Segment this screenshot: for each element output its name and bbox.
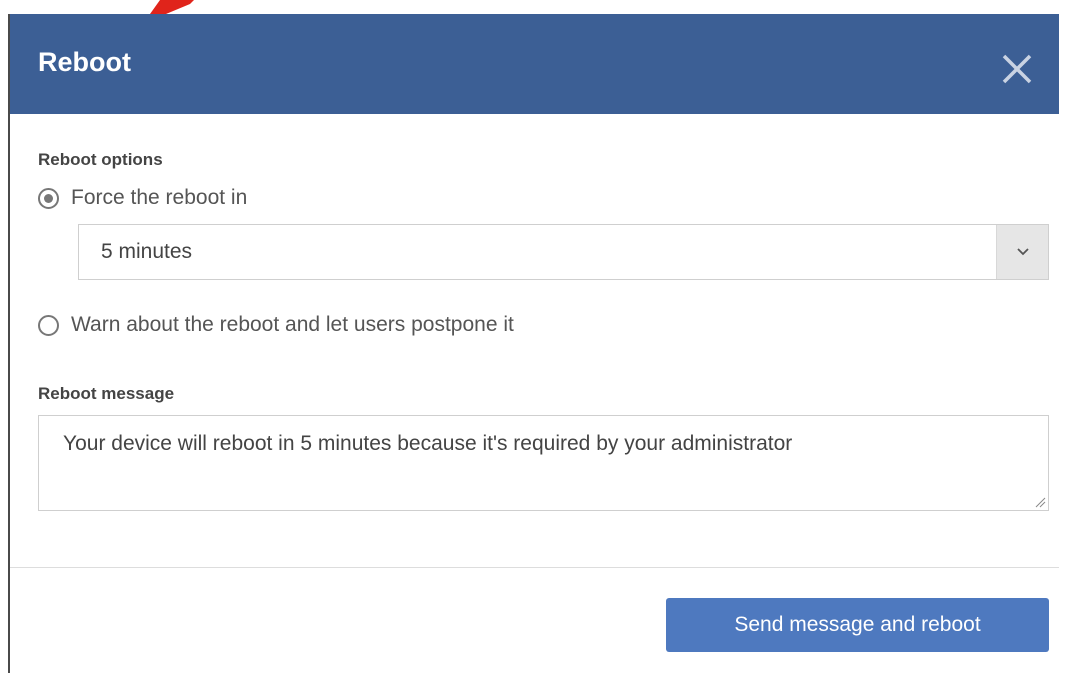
screen: Reboot Reboot options Force the reboot i… <box>0 0 1069 673</box>
footer-divider <box>10 567 1059 568</box>
reboot-message-text: Your device will reboot in 5 minutes bec… <box>63 432 793 455</box>
dropdown-button[interactable] <box>996 225 1048 279</box>
dialog-header: Reboot <box>10 14 1059 114</box>
reboot-options-label: Reboot options <box>38 150 163 169</box>
reboot-dialog: Reboot Reboot options Force the reboot i… <box>10 14 1059 673</box>
dialog-title: Reboot <box>38 47 131 77</box>
reboot-delay-value: 5 minutes <box>101 240 193 263</box>
warn-reboot-label: Warn about the reboot and let users post… <box>71 313 514 336</box>
reboot-message-textarea[interactable]: Your device will reboot in 5 minutes bec… <box>38 415 1049 511</box>
close-button[interactable] <box>994 48 1040 90</box>
warn-reboot-option[interactable]: Warn about the reboot and let users post… <box>38 313 514 337</box>
warn-reboot-radio[interactable] <box>38 314 59 336</box>
force-reboot-option[interactable]: Force the reboot in <box>38 186 247 210</box>
resize-grip-icon[interactable] <box>1034 496 1046 508</box>
force-reboot-radio[interactable] <box>38 187 59 209</box>
send-message-and-reboot-button[interactable]: Send message and reboot <box>666 598 1049 652</box>
chevron-down-icon <box>1016 248 1029 256</box>
reboot-delay-select[interactable]: 5 minutes <box>78 224 1049 280</box>
reboot-message-label: Reboot message <box>38 384 175 403</box>
force-reboot-label: Force the reboot in <box>71 186 248 209</box>
red-arrow-pointer <box>150 0 194 14</box>
close-icon <box>1002 54 1032 84</box>
